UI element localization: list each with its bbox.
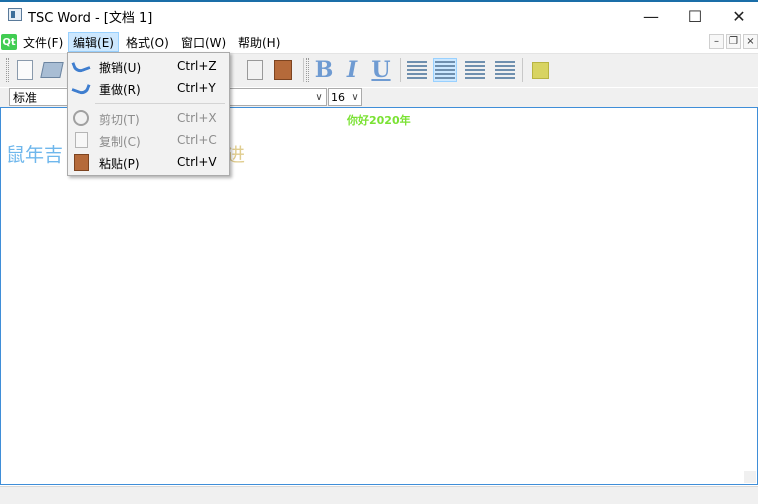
resize-grip[interactable] — [744, 471, 756, 483]
menu-edit[interactable]: 编辑(E) — [68, 32, 119, 52]
minimize-button[interactable]: — — [628, 2, 674, 30]
menu-item-cut-shortcut: Ctrl+X — [177, 111, 217, 125]
align-center-icon[interactable] — [433, 58, 457, 82]
bold-icon[interactable]: B — [312, 58, 336, 82]
copy-icon[interactable] — [243, 58, 267, 82]
toolbar-grip[interactable] — [6, 58, 9, 82]
app-icon — [8, 8, 22, 21]
toolbar-grip[interactable] — [306, 58, 309, 82]
open-folder-icon[interactable] — [40, 58, 64, 82]
mdi-restore-button[interactable]: ❐ — [726, 34, 741, 49]
align-right-icon[interactable] — [463, 58, 487, 82]
undo-icon — [71, 57, 91, 75]
document-centered-text: 你好2020年 — [347, 114, 411, 127]
italic-icon[interactable]: I — [340, 58, 364, 82]
align-left-icon[interactable] — [405, 58, 429, 82]
menu-item-undo-shortcut: Ctrl+Z — [177, 59, 217, 73]
menu-item-undo-label: 撤销(U) — [99, 61, 142, 75]
menu-item-redo-shortcut: Ctrl+Y — [177, 81, 216, 95]
menu-item-paste-label: 粘贴(P) — [99, 157, 140, 171]
mdi-close-button[interactable]: × — [743, 34, 758, 49]
menu-window[interactable]: 窗口(W) — [179, 32, 228, 52]
qt-logo-icon: Qt — [1, 34, 17, 50]
menu-format[interactable]: 格式(O) — [124, 32, 171, 52]
document-main-text: 鼠年吉 — [6, 144, 64, 166]
text-color-icon[interactable] — [528, 58, 552, 82]
paste-icon — [73, 153, 89, 171]
menu-separator — [95, 103, 225, 104]
menu-item-cut-label: 剪切(T) — [99, 113, 140, 127]
cut-icon — [73, 110, 89, 126]
toolbar-separator — [303, 58, 304, 82]
toolbar-separator — [400, 58, 401, 82]
menu-item-paste-shortcut: Ctrl+V — [177, 155, 217, 169]
chevron-down-icon[interactable]: ∨ — [348, 88, 362, 106]
menu-item-copy-shortcut: Ctrl+C — [177, 133, 217, 147]
menu-file[interactable]: 文件(F) — [21, 32, 65, 52]
mdi-minimize-button[interactable]: – — [709, 34, 724, 49]
menu-item-copy-label: 复制(C) — [99, 135, 141, 149]
menu-help[interactable]: 帮助(H) — [236, 32, 282, 52]
window-title: TSC Word - [文档 1] — [28, 11, 153, 26]
new-document-icon[interactable] — [13, 58, 37, 82]
status-bar — [0, 486, 758, 504]
close-button[interactable]: ✕ — [716, 2, 758, 30]
copy-icon — [73, 132, 89, 148]
justify-icon[interactable] — [493, 58, 517, 82]
toolbar-separator — [522, 58, 523, 82]
menu-item-redo-label: 重做(R) — [99, 83, 141, 97]
chevron-down-icon[interactable]: ∨ — [312, 88, 326, 106]
maximize-button[interactable]: ☐ — [672, 2, 718, 30]
paste-icon[interactable] — [271, 58, 295, 82]
underline-icon[interactable]: U — [369, 58, 393, 82]
redo-icon — [71, 79, 91, 97]
